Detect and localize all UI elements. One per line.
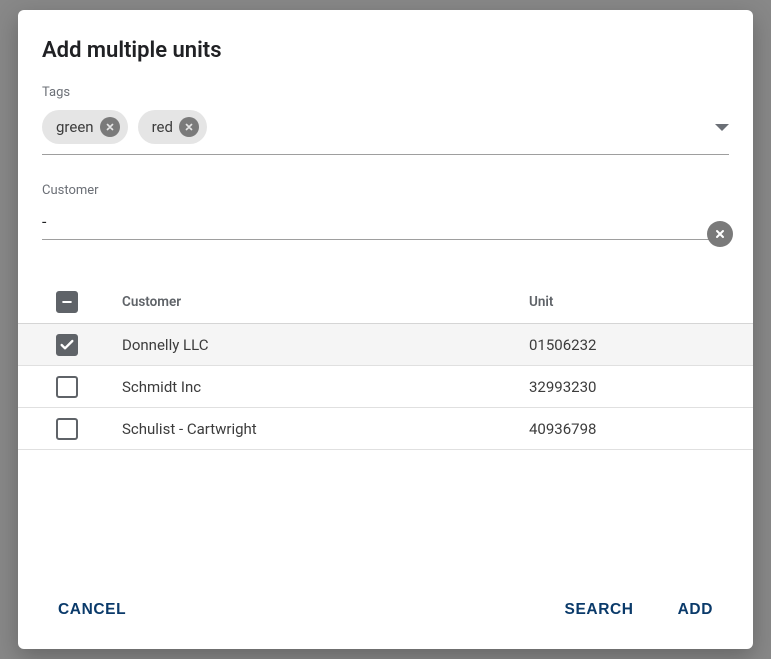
column-header-unit: Unit [529,294,729,310]
add-button[interactable]: ADD [668,593,723,627]
cell-unit: 32993230 [529,378,729,396]
cell-customer: Donnelly LLC [122,336,529,354]
dialog-body: Tags green red Customer - [18,85,753,280]
table-row[interactable]: Schmidt Inc 32993230 [18,366,753,408]
customer-field[interactable]: - [42,208,729,240]
cancel-button[interactable]: CANCEL [48,593,136,627]
tag-chip: red [138,110,207,144]
cell-unit: 01506232 [529,336,729,354]
select-all-checkbox[interactable] [56,291,78,313]
cell-customer: Schulist - Cartwright [122,420,529,438]
dialog-add-multiple-units: Add multiple units Tags green red [18,10,753,649]
column-header-customer: Customer [122,294,529,310]
tags-field[interactable]: green red [42,110,729,155]
remove-tag-icon[interactable] [100,117,120,137]
tags-chips: green red [42,110,715,144]
dialog-actions: CANCEL SEARCH ADD [18,575,753,649]
tags-dropdown-icon[interactable] [715,124,729,131]
customer-value: - [42,208,729,231]
search-button[interactable]: SEARCH [555,593,644,627]
table-row[interactable]: Donnelly LLC 01506232 [18,324,753,366]
tag-chip: green [42,110,128,144]
cell-unit: 40936798 [529,420,729,438]
row-checkbox[interactable] [56,334,78,356]
dialog-title: Add multiple units [18,38,753,63]
table-header-row: Customer Unit [18,280,753,324]
table-row[interactable]: Schulist - Cartwright 40936798 [18,408,753,450]
remove-tag-icon[interactable] [179,117,199,137]
row-checkbox[interactable] [56,418,78,440]
customer-label: Customer [42,183,729,198]
units-table: Customer Unit Donnelly LLC 01506232 Schm… [18,280,753,450]
tags-label: Tags [42,85,729,100]
cell-customer: Schmidt Inc [122,378,529,396]
clear-customer-icon[interactable] [707,221,733,247]
row-checkbox[interactable] [56,376,78,398]
tag-chip-label: red [152,118,173,136]
tag-chip-label: green [56,118,94,136]
